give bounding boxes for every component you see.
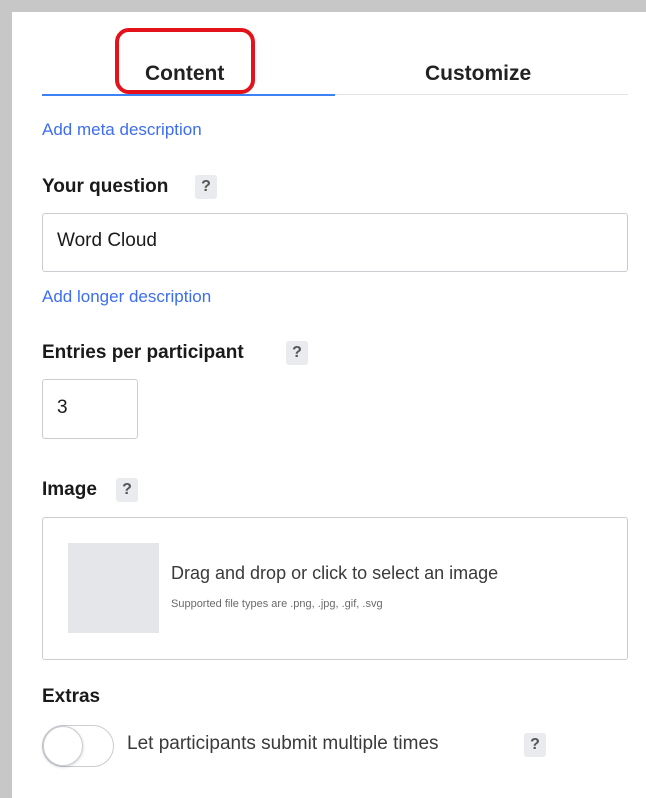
image-label: Image <box>42 479 97 500</box>
add-meta-description-link[interactable]: Add meta description <box>42 120 202 140</box>
window-frame-left <box>0 0 12 798</box>
dropzone-instruction: Drag and drop or click to select an imag… <box>171 563 499 583</box>
dropzone-supported-types: Supported file types are .png, .jpg, .gi… <box>171 598 383 610</box>
image-dropzone[interactable]: Drag and drop or click to select an imag… <box>42 517 628 660</box>
add-longer-description-link[interactable]: Add longer description <box>42 287 211 307</box>
extras-label: Extras <box>42 686 101 707</box>
window-frame-top <box>0 0 646 12</box>
active-tab-indicator <box>42 94 335 96</box>
multiple-submissions-label: Let participants submit multiple times <box>127 733 439 754</box>
editor-panel: Content Customize Add meta description Y… <box>12 12 646 798</box>
entries-help-icon[interactable]: ? <box>286 341 308 365</box>
question-input[interactable]: Word Cloud <box>42 213 628 272</box>
multiple-submissions-toggle[interactable] <box>42 725 114 767</box>
question-help-icon[interactable]: ? <box>195 175 217 199</box>
entries-input[interactable]: 3 <box>42 379 138 439</box>
image-placeholder-icon <box>68 543 159 633</box>
image-help-icon[interactable]: ? <box>116 478 138 502</box>
entries-label: Entries per participant <box>42 342 244 363</box>
tab-divider <box>335 94 628 95</box>
question-label: Your question <box>42 176 169 197</box>
extras-help-icon[interactable]: ? <box>524 733 546 757</box>
toggle-knob <box>43 726 83 766</box>
tab-content[interactable]: Content <box>145 62 224 86</box>
tab-customize[interactable]: Customize <box>425 62 531 86</box>
